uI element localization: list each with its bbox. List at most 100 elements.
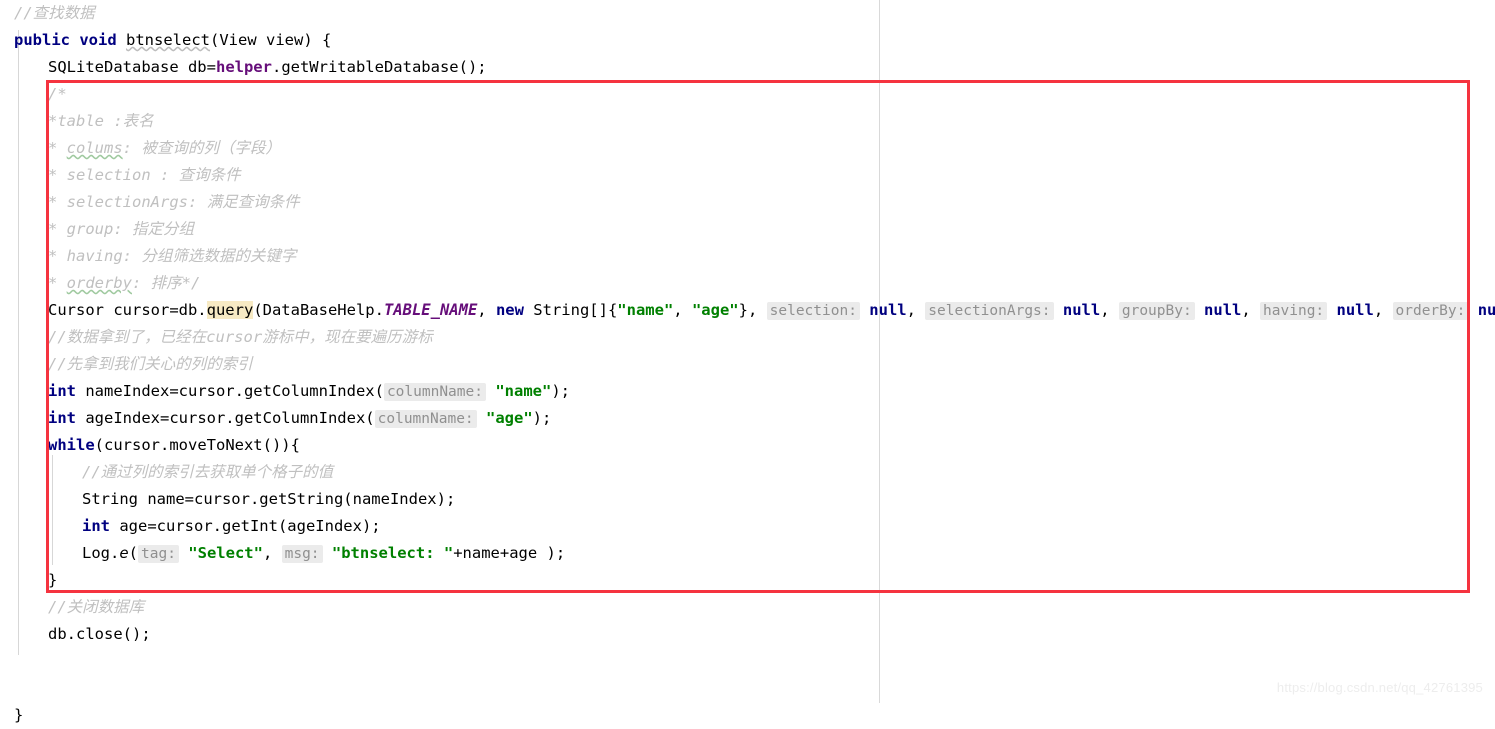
code-token-cmt: //先拿到我们关心的列的索引 (48, 355, 253, 373)
code-editor-canvas[interactable]: //查找数据 public void btnselect(View view) {… (0, 0, 1495, 724)
code-token-field: helper (215, 58, 272, 76)
code-token-cmt: /* (48, 85, 67, 103)
code-token-hint: selection: (766, 302, 860, 320)
code-token-hl: query (206, 301, 254, 319)
code-line[interactable]: //查找数据 (0, 0, 1495, 27)
code-token-str: "name" (495, 382, 552, 400)
code-line[interactable] (0, 648, 1495, 675)
code-token-plain: , (673, 301, 692, 319)
code-line[interactable]: * colums: 被查询的列（字段） (0, 135, 1495, 162)
code-token-plain: }, (738, 301, 767, 319)
code-token-cmt: * selection : 查询条件 (48, 166, 241, 184)
code-line[interactable]: * selectionArgs: 满足查询条件 (0, 189, 1495, 216)
code-token-cmt: * group: 指定分组 (48, 220, 194, 238)
code-token-str: "age" (486, 409, 533, 427)
code-token-cmt: : 排序*/ (132, 274, 201, 292)
code-token-cmt-u: colums (66, 139, 123, 157)
code-token-kw: void (79, 31, 117, 49)
code-line[interactable]: //数据拿到了，已经在cursor游标中，现在要遍历游标 (0, 324, 1495, 351)
code-token-plain: age=cursor.getInt(ageIndex); (110, 517, 381, 535)
code-token-plain: nameIndex=cursor.getColumnIndex( (76, 382, 384, 400)
code-token-plain: (View view) { (210, 31, 332, 49)
code-token-hint: orderBy: (1392, 302, 1469, 320)
code-token-kw: null (869, 301, 907, 319)
code-token-plain: SQLiteDatabase db= (48, 58, 216, 76)
code-line[interactable]: SQLiteDatabase db=helper.getWritableData… (0, 54, 1495, 81)
code-line[interactable]: //先拿到我们关心的列的索引 (0, 351, 1495, 378)
code-line[interactable]: int nameIndex=cursor.getColumnIndex(colu… (0, 378, 1495, 405)
code-token-plain: , (262, 544, 282, 562)
code-token-kw: null (1062, 301, 1101, 319)
code-line[interactable]: while(cursor.moveToNext()){ (0, 432, 1495, 459)
code-token-hint: selectionArgs: (925, 302, 1054, 320)
code-token-plain: String[]{ (523, 301, 618, 319)
code-token-plain: Log. (82, 544, 120, 562)
code-token-kw: new (495, 301, 524, 319)
code-line[interactable]: //通过列的索引去获取单个格子的值 (0, 459, 1495, 486)
code-line[interactable]: db.close(); (0, 621, 1495, 648)
code-line[interactable]: int ageIndex=cursor.getColumnIndex(colum… (0, 405, 1495, 432)
code-line[interactable]: *table :表名 (0, 108, 1495, 135)
code-token-cmt: //数据拿到了，已经在cursor游标中，现在要遍历游标 (48, 328, 433, 346)
code-token-static: TABLE_NAME (383, 301, 478, 319)
code-token-hint: tag: (138, 545, 179, 563)
code-token-str: "name" (617, 301, 674, 319)
code-token-warnu: btnselect (126, 31, 211, 49)
code-token-plain: ( (128, 544, 139, 562)
code-token-hint: msg: (281, 545, 323, 563)
code-token-str: "btnselect: " (331, 544, 454, 562)
code-text-area[interactable]: //查找数据 public void btnselect(View view) {… (0, 0, 1495, 729)
code-token-cmt: //通过列的索引去获取单个格子的值 (82, 463, 334, 481)
code-line[interactable]: Log.e(tag: "Select", msg: "btnselect: "+… (0, 540, 1495, 567)
code-line[interactable]: int age=cursor.getInt(ageIndex); (0, 513, 1495, 540)
code-line[interactable]: } (0, 702, 1495, 729)
code-token-hint: columnName: (374, 410, 477, 428)
code-token-plain: String name=cursor.getString(nameIndex); (82, 490, 456, 508)
code-token-kw: int (48, 382, 76, 400)
code-token-cmt: : 被查询的列（字段） (122, 139, 281, 157)
code-token-hint: having: (1260, 302, 1328, 320)
code-token-kw: int (82, 517, 110, 535)
code-line[interactable]: * having: 分组筛选数据的关键字 (0, 243, 1495, 270)
code-token-plain: ageIndex=cursor.getColumnIndex( (76, 409, 375, 427)
code-token-plain: , (906, 301, 926, 319)
code-line[interactable]: /* (0, 81, 1495, 108)
code-token-plain: ); (532, 409, 552, 427)
code-token-cmt: * selectionArgs: 满足查询条件 (48, 193, 300, 211)
code-token-cmt: //关闭数据库 (48, 598, 145, 616)
code-token-kw: while (48, 436, 95, 454)
code-line[interactable]: //关闭数据库 (0, 594, 1495, 621)
code-line[interactable]: * group: 指定分组 (0, 216, 1495, 243)
code-line[interactable] (0, 675, 1495, 702)
code-token-kw: public (14, 31, 70, 49)
code-token-plain: ); (551, 382, 570, 400)
code-token-plain: } (48, 571, 58, 589)
code-token-cmt: //查找数据 (14, 4, 95, 22)
code-token-ital: e (119, 544, 129, 562)
code-token-cmt: * (48, 139, 67, 157)
code-token-plain: .getWritableDatabase(); (271, 58, 487, 76)
code-token-kw: null (1204, 301, 1242, 319)
code-line[interactable]: String name=cursor.getString(nameIndex); (0, 486, 1495, 513)
code-token-plain: , (1100, 301, 1119, 319)
code-token-str: "age" (691, 301, 739, 319)
code-line[interactable]: Cursor cursor=db.query(DataBaseHelp.TABL… (0, 297, 1495, 324)
code-token-plain: +name+age ); (453, 544, 566, 562)
code-line[interactable]: public void btnselect(View view) { (0, 27, 1495, 54)
code-line[interactable]: * selection : 查询条件 (0, 162, 1495, 189)
code-token-str: "Select" (188, 544, 263, 562)
code-line[interactable]: * orderby: 排序*/ (0, 270, 1495, 297)
code-token-plain: , (1373, 301, 1393, 319)
code-token-plain: , (477, 301, 496, 319)
code-token-plain: } (14, 706, 24, 724)
code-line[interactable]: } (0, 567, 1495, 594)
code-token-cmt: * having: 分组筛选数据的关键字 (48, 247, 297, 265)
